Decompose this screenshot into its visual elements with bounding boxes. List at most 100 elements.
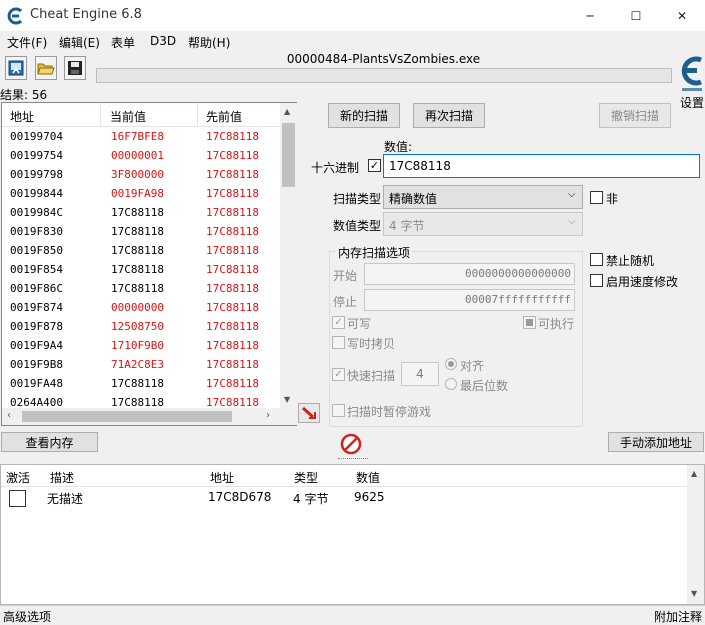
scroll-right-icon[interactable]: › xyxy=(266,410,270,421)
result-row[interactable]: 0019984C 17C88118 17C88118 xyxy=(2,203,280,222)
menu-file[interactable]: 文件(F) xyxy=(7,34,47,51)
add-address-manually-button[interactable]: 手动添加地址 xyxy=(608,432,704,452)
copy-on-write-label: 写时拷贝 xyxy=(347,337,396,351)
view-memory-button[interactable]: 查看内存 xyxy=(1,432,98,452)
value-type-value: 4 字节 xyxy=(389,219,425,233)
menu-table[interactable]: 表单 xyxy=(111,34,135,51)
result-previous-value: 17C88118 xyxy=(206,282,259,295)
minimize-button[interactable]: ─ xyxy=(567,0,613,31)
scrollbar-thumb[interactable] xyxy=(22,411,232,422)
column-active[interactable]: 激活 xyxy=(6,469,30,486)
chevron-down-icon: ⌵ xyxy=(568,216,576,227)
result-row[interactable]: 0019F9B8 71A2C8E3 17C88118 xyxy=(2,355,280,374)
menu-help[interactable]: 帮助(H) xyxy=(188,34,230,51)
last-digits-radio[interactable] xyxy=(445,378,457,390)
column-description[interactable]: 描述 xyxy=(50,469,74,486)
scroll-left-icon[interactable]: ‹ xyxy=(7,410,11,421)
address-list-scrollbar[interactable]: ▲ ▼ xyxy=(687,465,704,604)
align-label: 对齐 xyxy=(460,359,485,373)
results-header: 地址 当前值 先前值 xyxy=(2,103,280,127)
executable-checkbox[interactable] xyxy=(523,316,536,329)
settings-label[interactable]: 设置 xyxy=(680,94,704,111)
title-bar: Cheat Engine 6.8 ─ ☐ ✕ xyxy=(0,0,705,31)
speedhack-checkbox[interactable] xyxy=(590,274,603,287)
result-current-value: 17C88118 xyxy=(111,225,164,238)
stop-address-input[interactable]: 00007fffffffffff xyxy=(364,289,575,311)
writable-checkbox[interactable]: ✓ xyxy=(332,316,345,329)
open-file-button[interactable] xyxy=(35,56,57,80)
result-row[interactable]: 00199754 00000001 17C88118 xyxy=(2,146,280,165)
result-row[interactable]: 0019F874 00000000 17C88118 xyxy=(2,298,280,317)
panel-splitter[interactable] xyxy=(0,455,705,464)
start-address-input[interactable]: 0000000000000000 xyxy=(364,263,575,285)
scan-progress-bar xyxy=(96,68,672,83)
scan-type-dropdown[interactable]: 精确数值 ⌵ xyxy=(383,185,583,209)
maximize-button[interactable]: ☐ xyxy=(613,0,659,31)
result-row[interactable]: 0019F878 12508750 17C88118 xyxy=(2,317,280,336)
scan-value-input[interactable]: 17C88118 xyxy=(383,154,700,178)
column-value[interactable]: 数值 xyxy=(356,469,380,486)
settings-logo-icon[interactable] xyxy=(676,52,705,94)
not-checkbox[interactable] xyxy=(590,191,603,204)
open-process-button[interactable] xyxy=(5,56,27,80)
save-button[interactable] xyxy=(64,56,86,80)
value-type-dropdown[interactable]: 4 字节 ⌵ xyxy=(383,212,583,236)
advanced-options-link[interactable]: 高级选项 xyxy=(3,608,51,625)
result-row[interactable]: 0019F86C 17C88118 17C88118 xyxy=(2,279,280,298)
menu-d3d[interactable]: D3D xyxy=(150,34,176,48)
add-to-list-button[interactable] xyxy=(298,403,320,423)
hex-checkbox[interactable]: ✓ xyxy=(368,159,381,172)
result-current-value: 0019FA98 xyxy=(111,187,164,200)
result-current-value: 17C88118 xyxy=(111,244,164,257)
column-previous[interactable]: 先前值 xyxy=(206,108,242,125)
active-checkbox[interactable] xyxy=(9,490,26,507)
no-random-checkbox[interactable] xyxy=(590,253,603,266)
result-row[interactable]: 0019F9A4 1710F9B0 17C88118 xyxy=(2,336,280,355)
result-row[interactable]: 0019F854 17C88118 17C88118 xyxy=(2,260,280,279)
align-radio[interactable] xyxy=(445,358,457,370)
result-row[interactable]: 0264A400 17C88118 17C88118 xyxy=(2,393,280,408)
scroll-up-icon[interactable]: ▲ xyxy=(284,107,290,116)
address-row-description: 无描述 xyxy=(47,492,84,506)
results-rows: 00199704 16F7BFE8 17C88118 00199754 00000001… xyxy=(2,127,280,408)
scroll-up-icon[interactable]: ▲ xyxy=(691,469,697,478)
results-horizontal-scrollbar[interactable]: ‹ › xyxy=(2,408,297,425)
next-scan-button[interactable]: 再次扫描 xyxy=(413,103,485,128)
column-type[interactable]: 类型 xyxy=(294,469,318,486)
address-list[interactable]: 激活 描述 地址 类型 数值 无描述 17C8D678 4 字节 9625 ▲ … xyxy=(0,464,705,605)
stop-scan-button[interactable] xyxy=(340,433,362,455)
address-row[interactable]: 无描述 17C8D678 4 字节 9625 xyxy=(1,487,687,507)
result-address: 00199844 xyxy=(10,187,63,200)
pause-game-checkbox[interactable] xyxy=(332,404,345,417)
address-list-header: 激活 描述 地址 类型 数值 xyxy=(1,465,687,487)
fast-scan-input[interactable]: 4 xyxy=(401,362,439,386)
table-extras-link[interactable]: 附加注释 xyxy=(654,608,702,625)
column-address[interactable]: 地址 xyxy=(210,469,234,486)
result-previous-value: 17C88118 xyxy=(206,320,259,333)
result-row[interactable]: 00199704 16F7BFE8 17C88118 xyxy=(2,127,280,146)
menu-bar: 文件(F) 编辑(E) 表单 D3D 帮助(H) xyxy=(0,31,705,51)
close-button[interactable]: ✕ xyxy=(659,0,705,31)
result-row[interactable]: 0019F850 17C88118 17C88118 xyxy=(2,241,280,260)
results-vertical-scrollbar[interactable]: ▲ ▼ xyxy=(280,103,297,408)
result-row[interactable]: 0019F830 17C88118 17C88118 xyxy=(2,222,280,241)
column-address[interactable]: 地址 xyxy=(10,108,34,125)
scrollbar-thumb[interactable] xyxy=(282,123,295,187)
result-previous-value: 17C88118 xyxy=(206,225,259,238)
result-row[interactable]: 00199844 0019FA98 17C88118 xyxy=(2,184,280,203)
menu-edit[interactable]: 编辑(E) xyxy=(59,34,100,51)
scroll-down-icon[interactable]: ▼ xyxy=(691,589,697,598)
scroll-down-icon[interactable]: ▼ xyxy=(284,395,290,404)
copy-on-write-checkbox[interactable] xyxy=(332,336,345,349)
fast-scan-checkbox[interactable]: ✓ xyxy=(332,368,345,381)
no-random-label: 禁止随机 xyxy=(606,254,655,268)
fast-scan-label: 快速扫描 xyxy=(347,369,396,383)
start-label: 开始 xyxy=(333,269,358,283)
undo-scan-button[interactable]: 撤销扫描 xyxy=(599,103,671,128)
result-row[interactable]: 0019FA48 17C88118 17C88118 xyxy=(2,374,280,393)
new-scan-button[interactable]: 新的扫描 xyxy=(328,103,400,128)
scan-results-list[interactable]: 地址 当前值 先前值 00199704 16F7BFE8 17C88118 00199… xyxy=(1,102,297,426)
result-row[interactable]: 00199798 3F800000 17C88118 xyxy=(2,165,280,184)
column-current[interactable]: 当前值 xyxy=(110,108,146,125)
address-row-address: 17C8D678 xyxy=(208,490,272,504)
